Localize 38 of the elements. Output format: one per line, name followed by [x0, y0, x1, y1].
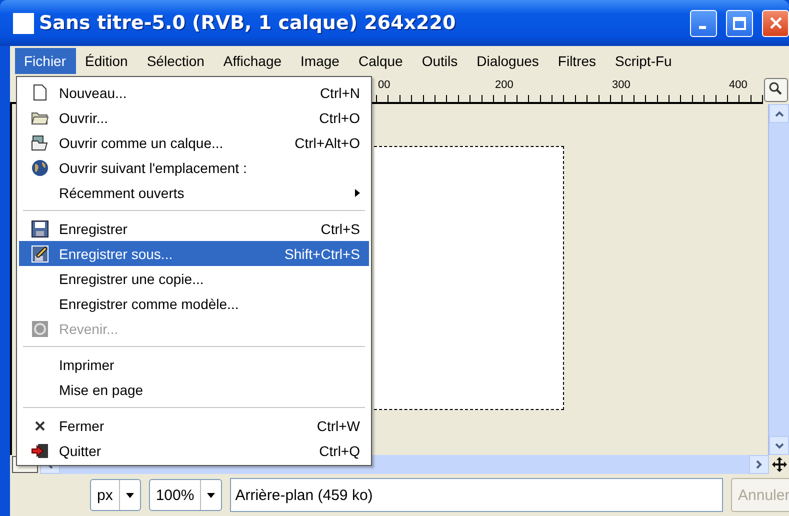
menu-item[interactable]: Enregistrer comme modèle... [19, 291, 369, 316]
ruler-label: 300 [612, 79, 632, 91]
ruler-label: 400 [729, 79, 750, 91]
menu-item[interactable]: Enregistrer Ctrl+S [19, 216, 369, 241]
menu-bar-item[interactable]: Filtres [548, 48, 606, 74]
ruler-label: 200 [495, 79, 516, 91]
shortcut-text: Ctrl+Q [319, 442, 360, 458]
shortcut-text: Ctrl+O [319, 110, 360, 126]
status-field: Arrière-plan (459 ko) [230, 478, 723, 512]
shortcut-text: Ctrl+W [316, 418, 360, 434]
menu-item[interactable]: Enregistrer sous... Shift+Ctrl+S [19, 241, 369, 266]
menu-bar-item[interactable]: Outils [412, 48, 468, 74]
menu-bar-item[interactable]: Fichier [15, 48, 76, 74]
menu-bar-item[interactable]: Affichage [214, 48, 292, 74]
menu-bar-item[interactable]: Sélection [138, 48, 214, 74]
shortcut-text: Ctrl+Alt+O [294, 134, 360, 150]
menu-item[interactable]: Fermer Ctrl+W [19, 413, 369, 438]
ruler-label: 00 [378, 79, 392, 91]
unit-dropdown[interactable]: px [90, 479, 141, 511]
menu-item[interactable]: Mise en page [19, 377, 369, 402]
window-title: Sans titre-5.0 (RVB, 1 calque) 264x220 [39, 12, 457, 34]
menu-item[interactable]: Ouvrir... Ctrl+O [19, 105, 369, 130]
menu-bar-item[interactable]: Édition [76, 48, 138, 74]
shortcut-text: Shift+Ctrl+S [284, 246, 360, 262]
shortcut-text: Ctrl+N [320, 84, 360, 100]
menu-item[interactable]: Récemment ouverts [19, 180, 369, 205]
menu-item[interactable]: Ouvrir suivant l'emplacement : [19, 155, 369, 180]
zoom-dropdown[interactable]: 100% [148, 479, 222, 511]
menu-item[interactable]: Quitter Ctrl+Q [19, 438, 369, 463]
menu-bar-item[interactable]: Calque [349, 48, 413, 74]
menu-bar-item[interactable]: Dialogues [468, 48, 549, 74]
menu-item[interactable]: Ouvrir comme un calque... Ctrl+Alt+O [19, 130, 369, 155]
menu-bar-item[interactable]: Script-Fu [606, 48, 682, 74]
menu-item[interactable]: Enregistrer une copie... [19, 266, 369, 291]
menu-item[interactable]: Imprimer [19, 352, 369, 377]
menu-bar-item[interactable]: Image [292, 48, 350, 74]
shortcut-text: Ctrl+S [320, 220, 360, 236]
menu-item[interactable]: Nouveau... Ctrl+N [19, 80, 369, 105]
